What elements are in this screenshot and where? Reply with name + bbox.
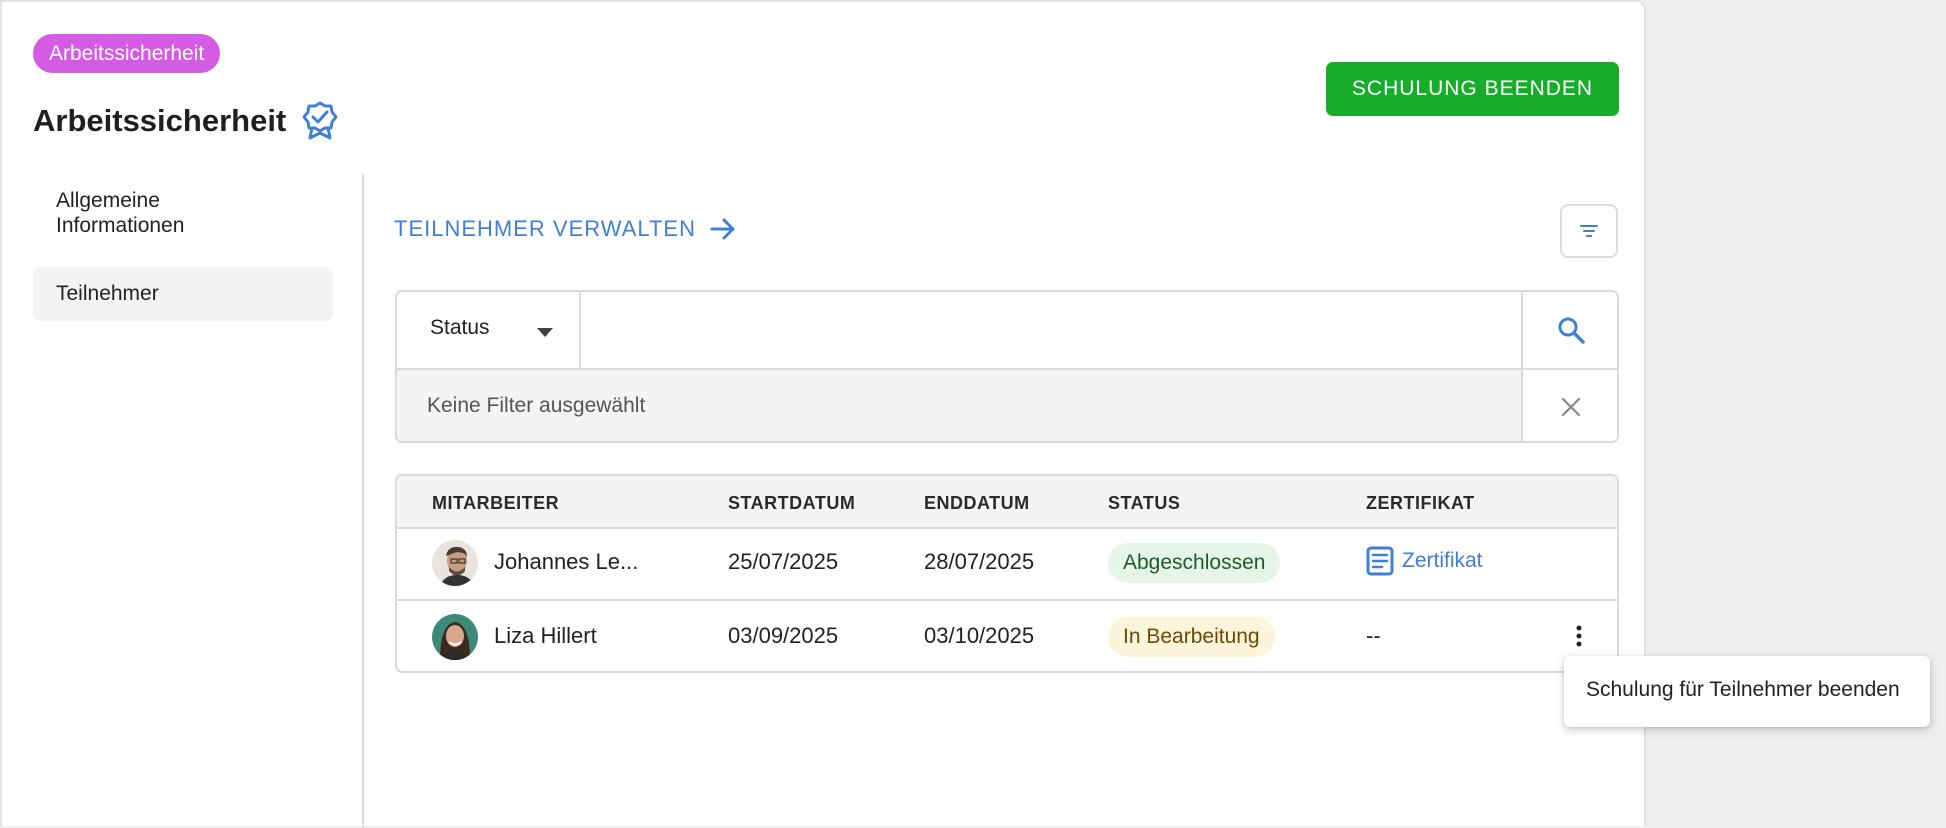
training-card: Arbeitssicherheit Arbeitssicherheit SCHU… [0,0,1646,828]
avatar [432,540,478,586]
status-badge: In Bearbeitung [1108,617,1275,657]
certificate-placeholder: -- [1366,623,1381,648]
menu-item-end-participant-training[interactable]: Schulung für Teilnehmer beenden [1586,678,1900,702]
row-more-menu-button[interactable] [1567,621,1591,651]
employee-name: Johannes Le... [494,549,639,574]
manage-participants-label: TEILNEHMER VERWALTEN [394,216,696,241]
table-header: MITARBEITER STARTDATUM ENDDATUM STATUS Z… [397,476,1617,529]
column-header-start-date[interactable]: STARTDATUM [728,493,855,514]
sidebar-item-participants[interactable]: Teilnehmer [33,267,333,321]
table-row[interactable]: Liza Hillert 03/09/2025 03/10/2025 In Be… [397,601,1617,671]
column-header-end-date[interactable]: ENDDATUM [924,493,1030,514]
column-header-status[interactable]: STATUS [1108,493,1180,514]
start-date: 03/09/2025 [728,623,839,648]
manage-participants-link[interactable]: TEILNEHMER VERWALTEN [394,216,736,242]
end-training-button[interactable]: SCHULUNG BEENDEN [1326,62,1619,116]
search-input[interactable] [581,292,1521,368]
avatar [432,614,478,660]
certificate-link[interactable]: Zertifikat [1366,546,1483,576]
page-title: Arbeitssicherheit [33,103,287,138]
category-badge: Arbeitssicherheit [33,34,221,73]
search-icon [1558,317,1585,344]
employee-name: Liza Hillert [494,623,597,648]
status-select[interactable]: Status [397,292,581,368]
award-check-icon [302,101,338,140]
start-date: 25/07/2025 [728,549,839,574]
end-date: 03/10/2025 [924,623,1035,648]
clear-filter-button[interactable] [1521,368,1617,441]
certificate-link-label: Zertifikat [1402,549,1483,572]
table-row[interactable]: Johannes Le... 25/07/2025 28/07/2025 Abg… [397,527,1617,601]
status-badge: Abgeschlossen [1108,543,1281,583]
search-button[interactable] [1521,292,1617,368]
filter-panel: Status Keine Filter ausgewählt [395,290,1619,443]
column-header-certificate[interactable]: ZERTIFIKAT [1366,493,1475,514]
caret-down-icon [537,328,553,337]
document-icon [1366,546,1394,576]
sidebar-item-general-info[interactable]: Allgemeine Informationen [33,188,253,238]
end-date: 28/07/2025 [924,549,1035,574]
row-context-menu: Schulung für Teilnehmer beenden [1564,656,1930,727]
filter-toggle-button[interactable] [1560,204,1618,258]
no-filter-text: Keine Filter ausgewählt [427,394,646,417]
filter-lines-icon [1580,225,1598,237]
close-icon [1561,397,1581,416]
filter-summary: Keine Filter ausgewählt [397,368,1521,441]
column-header-employee[interactable]: MITARBEITER [432,493,559,514]
participants-table: MITARBEITER STARTDATUM ENDDATUM STATUS Z… [395,474,1619,673]
status-select-label: Status [430,316,490,339]
sidebar-divider [362,174,364,828]
more-vertical-icon [1576,625,1582,647]
arrow-right-icon [710,218,735,240]
